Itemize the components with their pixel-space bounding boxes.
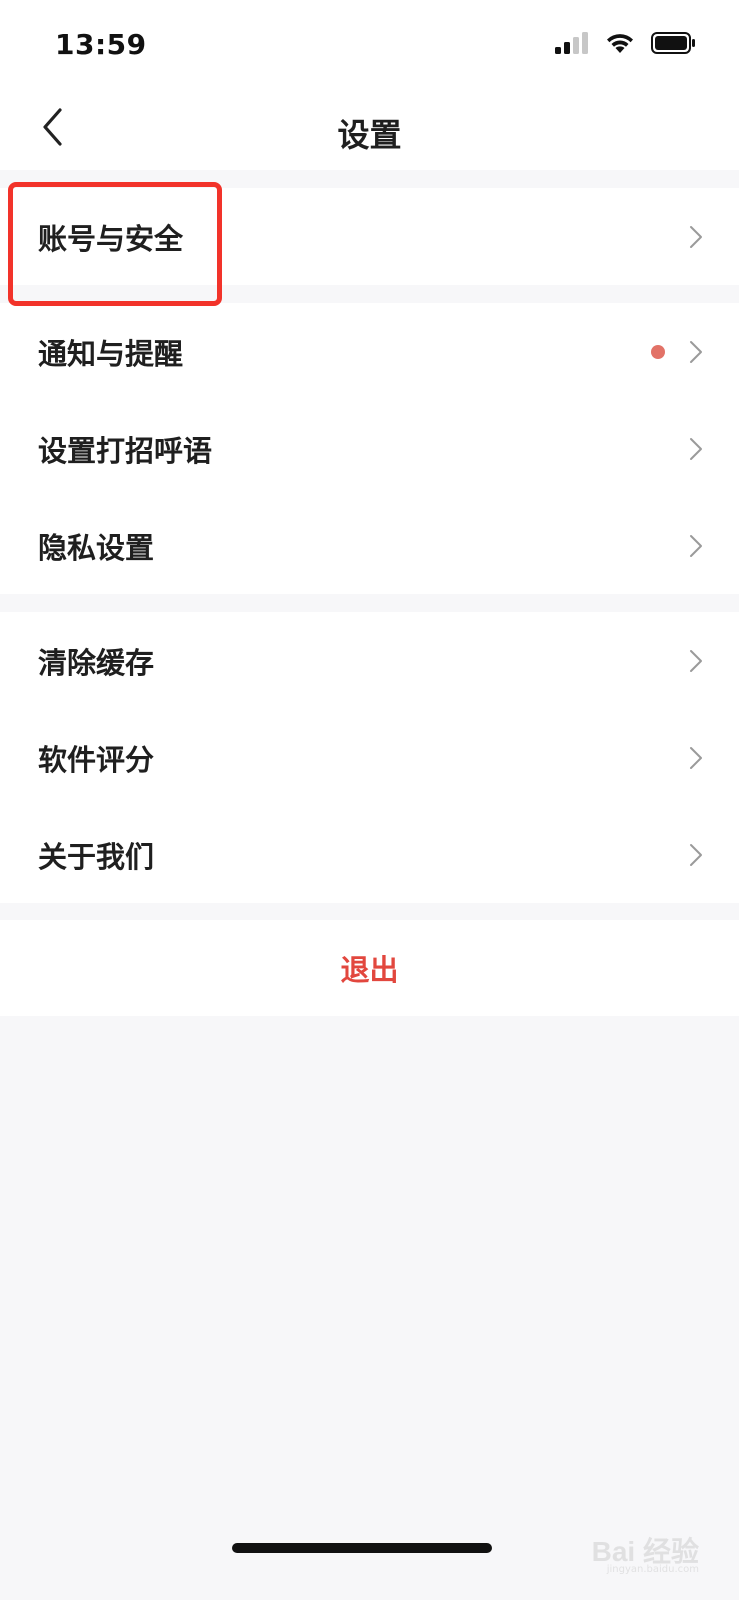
settings-item-rate-app[interactable]: 软件评分 [0,709,739,806]
settings-item-label: 隐私设置 [38,530,155,565]
chevron-right-icon [689,340,703,364]
status-time: 13:59 [55,28,147,61]
home-indicator[interactable] [232,1543,492,1553]
settings-item-clear-cache[interactable]: 清除缓存 [0,612,739,709]
watermark-sub: jingyan.baidu.com [606,1564,699,1575]
logout-label: 退出 [340,953,399,987]
settings-item-about-us[interactable]: 关于我们 [0,806,739,903]
settings-item-privacy[interactable]: 隐私设置 [0,497,739,594]
settings-screen: 13:59 设置 账号与安全 通知与提醒 设置打招呼语 隐私设置 清除缓存 软件… [0,0,739,1600]
settings-item-account-security[interactable]: 账号与安全 [0,188,739,285]
settings-item-notifications[interactable]: 通知与提醒 [0,303,739,400]
battery-icon [651,32,697,58]
settings-item-label: 清除缓存 [38,645,155,680]
chevron-right-icon [689,746,703,770]
settings-item-label: 设置打招呼语 [38,433,213,468]
navigation-bar: 设置 [0,90,739,170]
wifi-icon [605,32,635,58]
status-icons [555,32,697,58]
settings-group-general: 通知与提醒 设置打招呼语 隐私设置 [0,303,739,594]
chevron-right-icon [689,437,703,461]
chevron-right-icon [689,225,703,249]
signal-icon [555,32,589,58]
notification-dot [651,344,665,359]
settings-item-label: 软件评分 [38,742,155,777]
chevron-right-icon [689,843,703,867]
logout-button[interactable]: 退出 [0,920,739,1016]
page-title: 设置 [337,116,402,154]
settings-group-account: 账号与安全 [0,188,739,285]
baidu-jingyan-watermark: Bai 经验 jingyan.baidu.com [592,1530,699,1575]
settings-item-label: 通知与提醒 [38,336,184,371]
status-bar: 13:59 [0,0,739,90]
settings-group-app: 清除缓存 软件评分 关于我们 [0,612,739,903]
settings-item-greeting[interactable]: 设置打招呼语 [0,400,739,497]
settings-item-label: 账号与安全 [38,221,184,256]
settings-item-label: 关于我们 [38,839,155,874]
chevron-right-icon [689,649,703,673]
chevron-right-icon [689,534,703,558]
